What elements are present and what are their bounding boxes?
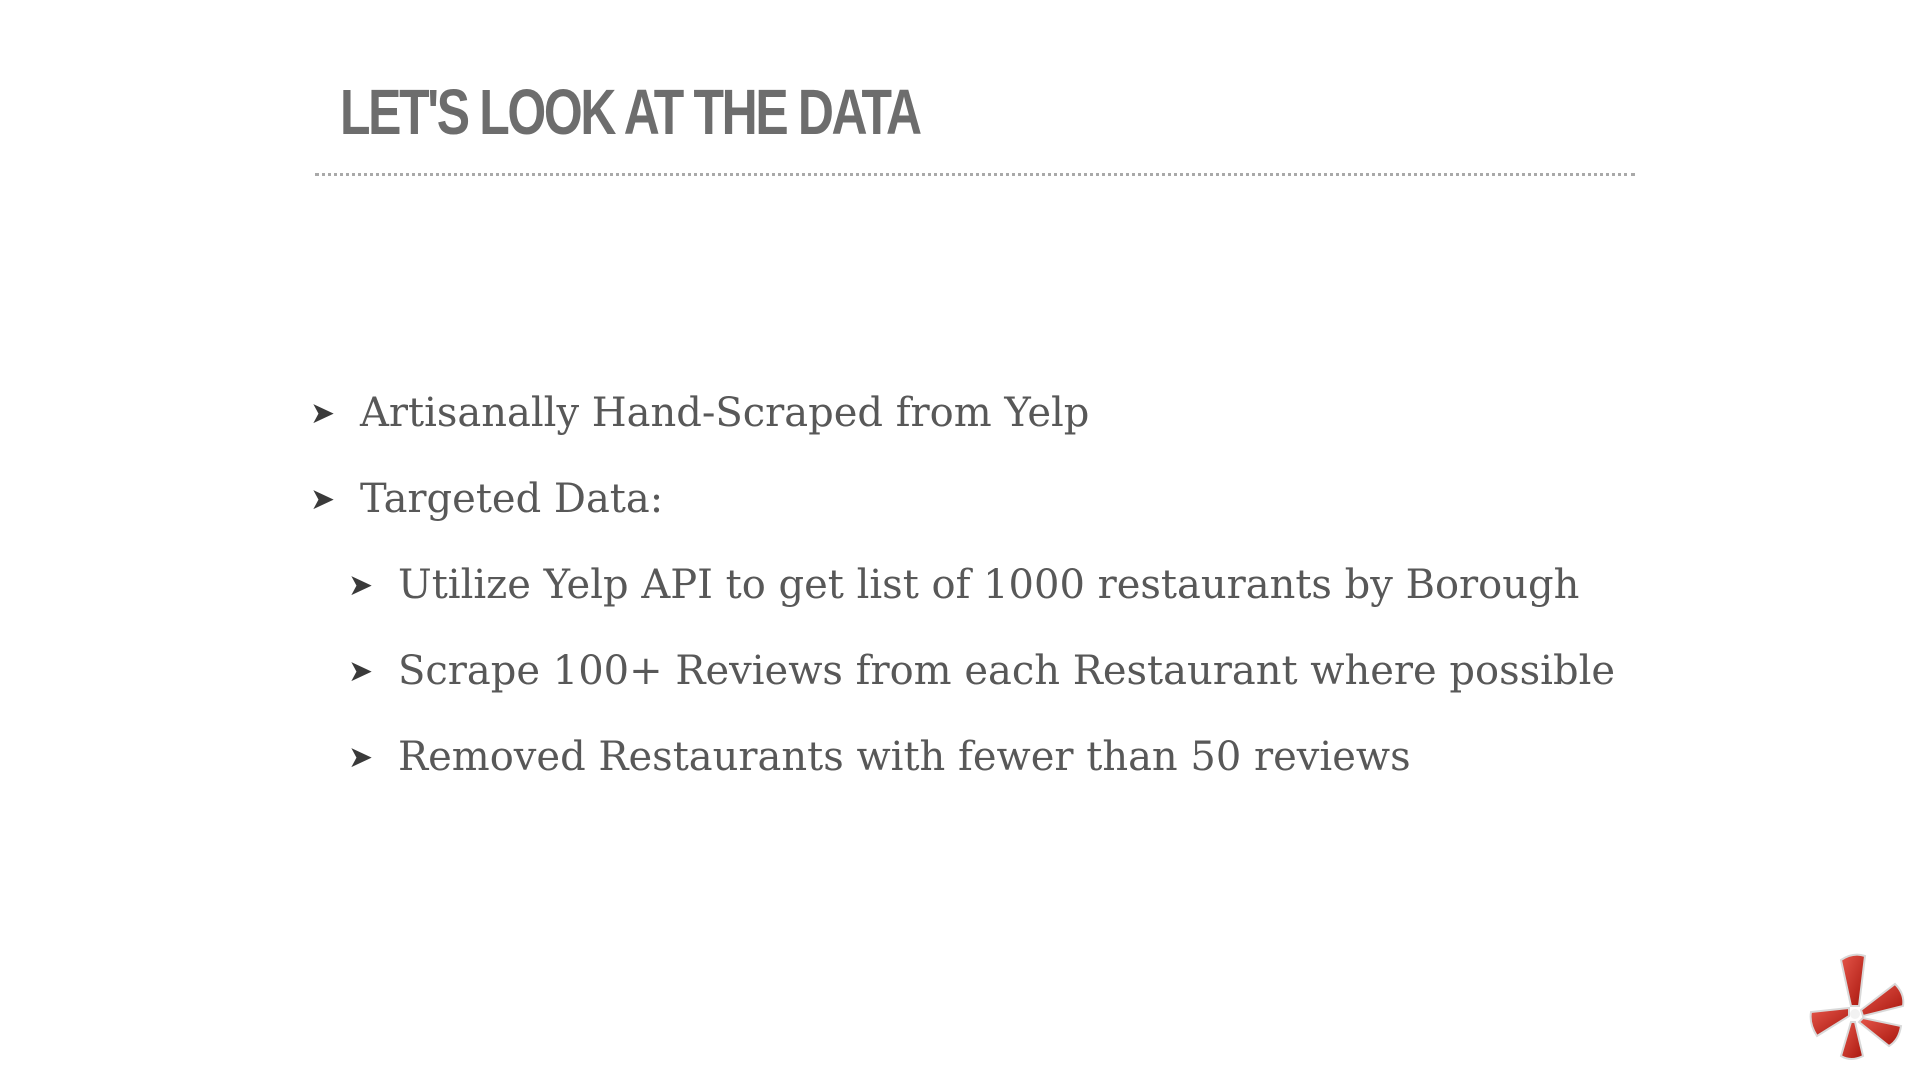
bullet-item: ➤ Targeted Data: bbox=[310, 456, 1710, 542]
bullet-item: ➤ Artisanally Hand-Scraped from Yelp bbox=[310, 370, 1710, 456]
slide: LET'S LOOK AT THE DATA ➤ Artisanally Han… bbox=[0, 0, 1920, 1080]
sub-bullet-item: ➤ Utilize Yelp API to get list of 1000 r… bbox=[348, 542, 1710, 628]
bullet-text: Utilize Yelp API to get list of 1000 res… bbox=[398, 562, 1580, 608]
arrow-bullet-icon: ➤ bbox=[348, 567, 374, 603]
bullet-text: Scrape 100+ Reviews from each Restaurant… bbox=[398, 648, 1616, 694]
arrow-bullet-icon: ➤ bbox=[310, 395, 336, 431]
bullet-text: Removed Restaurants with fewer than 50 r… bbox=[398, 734, 1411, 780]
title-divider bbox=[315, 173, 1635, 176]
slide-title: LET'S LOOK AT THE DATA bbox=[340, 76, 922, 148]
bullet-text: Targeted Data: bbox=[360, 476, 664, 522]
arrow-bullet-icon: ➤ bbox=[348, 653, 374, 689]
sub-bullet-item: ➤ Removed Restaurants with fewer than 50… bbox=[348, 714, 1710, 800]
arrow-bullet-icon: ➤ bbox=[310, 481, 336, 517]
sub-bullet-item: ➤ Scrape 100+ Reviews from each Restaura… bbox=[348, 628, 1710, 714]
bullet-text: Artisanally Hand-Scraped from Yelp bbox=[360, 390, 1090, 436]
yelp-burst-icon bbox=[1809, 953, 1905, 1060]
bullet-list: ➤ Artisanally Hand-Scraped from Yelp ➤ T… bbox=[310, 370, 1710, 800]
arrow-bullet-icon: ➤ bbox=[348, 739, 374, 775]
